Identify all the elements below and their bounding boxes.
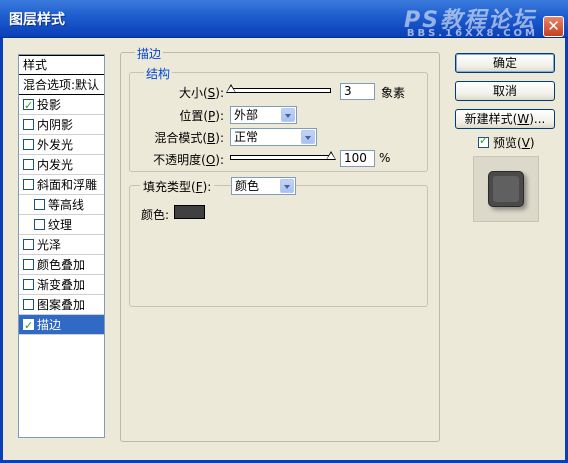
preview-checkbox[interactable] <box>478 134 489 148</box>
preview-thumbnail <box>488 171 524 207</box>
style-list-item-label: 纹理 <box>48 217 73 232</box>
style-list-item[interactable]: 光泽 <box>19 235 104 255</box>
style-checkbox[interactable] <box>23 96 34 116</box>
style-list-item-label: 混合选项:默认 <box>23 77 100 92</box>
chevron-down-icon[interactable] <box>281 108 295 122</box>
style-list-item-label: 内阴影 <box>37 117 74 132</box>
style-list-item[interactable]: 投影 <box>19 95 104 116</box>
style-checkbox[interactable] <box>23 119 34 130</box>
preview-label: 预览(V) <box>493 136 535 150</box>
style-checkbox[interactable] <box>23 239 34 250</box>
size-input[interactable]: 3 <box>340 83 375 100</box>
style-list-item[interactable]: 外发光 <box>19 135 104 155</box>
close-icon: ✕ <box>547 17 560 35</box>
window-title: 图层样式 <box>9 12 65 28</box>
stroke-section-title: 描边 <box>135 45 164 62</box>
style-list-item-label: 内发光 <box>37 157 74 172</box>
style-list-item[interactable]: 等高线 <box>19 195 104 215</box>
position-select[interactable]: 外部 <box>230 106 297 124</box>
size-slider[interactable] <box>226 84 331 93</box>
opacity-label: 不透明度(O): <box>153 153 224 167</box>
stroke-color-swatch[interactable] <box>174 205 205 219</box>
style-list-header[interactable]: 样式 <box>19 55 104 75</box>
style-checkbox[interactable] <box>23 159 34 170</box>
style-checkbox[interactable] <box>23 316 34 336</box>
chevron-down-icon[interactable] <box>280 179 294 193</box>
position-label: 位置(P): <box>179 109 224 123</box>
size-slider-thumb[interactable] <box>226 84 236 93</box>
style-list-item-label: 光泽 <box>37 237 62 252</box>
style-list-item-label: 渐变叠加 <box>37 277 86 292</box>
style-preview <box>473 156 539 222</box>
style-checkbox[interactable] <box>23 299 34 310</box>
blend-mode-select[interactable]: 正常 <box>230 128 317 146</box>
title-bar[interactable]: 图层样式 PS教程论坛 BBS.16XX8.COM ✕ <box>0 0 568 39</box>
style-list-item[interactable]: 图案叠加 <box>19 295 104 315</box>
style-checkbox[interactable] <box>23 139 34 150</box>
fill-type-label: 填充类型(F): <box>140 178 215 195</box>
style-list-item[interactable]: 纹理 <box>19 215 104 235</box>
close-button[interactable]: ✕ <box>543 16 564 37</box>
structure-title: 结构 <box>144 65 173 82</box>
size-unit: 象素 <box>381 86 406 100</box>
new-style-button[interactable]: 新建样式(W)... <box>455 109 555 129</box>
opacity-input[interactable]: 100 <box>340 150 375 167</box>
style-list-item-label: 颜色叠加 <box>37 257 86 272</box>
fill-group: 填充类型(F): 颜色 颜色: <box>129 177 428 307</box>
style-list-item-label: 斜面和浮雕 <box>37 177 98 192</box>
chevron-down-icon[interactable] <box>301 130 315 144</box>
style-list-item[interactable]: 颜色叠加 <box>19 255 104 275</box>
style-list-item[interactable]: 斜面和浮雕 <box>19 175 104 195</box>
size-label: 大小(S): <box>178 86 224 100</box>
style-checkbox[interactable] <box>23 179 34 190</box>
style-checkbox[interactable] <box>34 219 45 230</box>
ok-button[interactable]: 确定 <box>455 53 555 73</box>
style-list-item[interactable]: 描边 <box>19 315 104 336</box>
style-list-item-label: 描边 <box>37 317 62 332</box>
color-label: 颜色: <box>141 208 170 222</box>
style-checkbox[interactable] <box>34 199 45 210</box>
style-list-item-label: 图案叠加 <box>37 297 86 312</box>
opacity-unit: % <box>379 151 391 165</box>
style-list-item-label: 投影 <box>37 97 62 112</box>
opacity-slider[interactable] <box>230 151 336 160</box>
fill-type-select[interactable]: 颜色 <box>231 177 296 195</box>
style-list-item[interactable]: 混合选项:默认 <box>19 75 104 95</box>
stroke-panel: 描边 结构 大小(S): 3 象素 位置(P): 外部 混合模式(B): 正常 … <box>120 45 440 442</box>
style-list-item[interactable]: 内阴影 <box>19 115 104 135</box>
style-list: 样式 混合选项:默认投影内阴影外发光内发光斜面和浮雕等高线纹理光泽颜色叠加渐变叠… <box>18 54 105 438</box>
style-list-item[interactable]: 渐变叠加 <box>19 275 104 295</box>
opacity-slider-thumb[interactable] <box>326 151 336 160</box>
style-checkbox[interactable] <box>23 259 34 270</box>
style-list-item-label: 等高线 <box>48 197 85 212</box>
structure-group: 结构 大小(S): 3 象素 位置(P): 外部 混合模式(B): 正常 不透明… <box>129 65 428 172</box>
style-list-item[interactable]: 内发光 <box>19 155 104 175</box>
cancel-button[interactable]: 取消 <box>455 81 555 101</box>
preview-toggle[interactable]: 预览(V) <box>478 134 535 151</box>
style-list-item-label: 外发光 <box>37 137 74 152</box>
style-checkbox[interactable] <box>23 279 34 290</box>
dialog-body: 样式 混合选项:默认投影内阴影外发光内发光斜面和浮雕等高线纹理光泽颜色叠加渐变叠… <box>0 38 568 463</box>
blend-mode-label: 混合模式(B): <box>154 131 224 145</box>
